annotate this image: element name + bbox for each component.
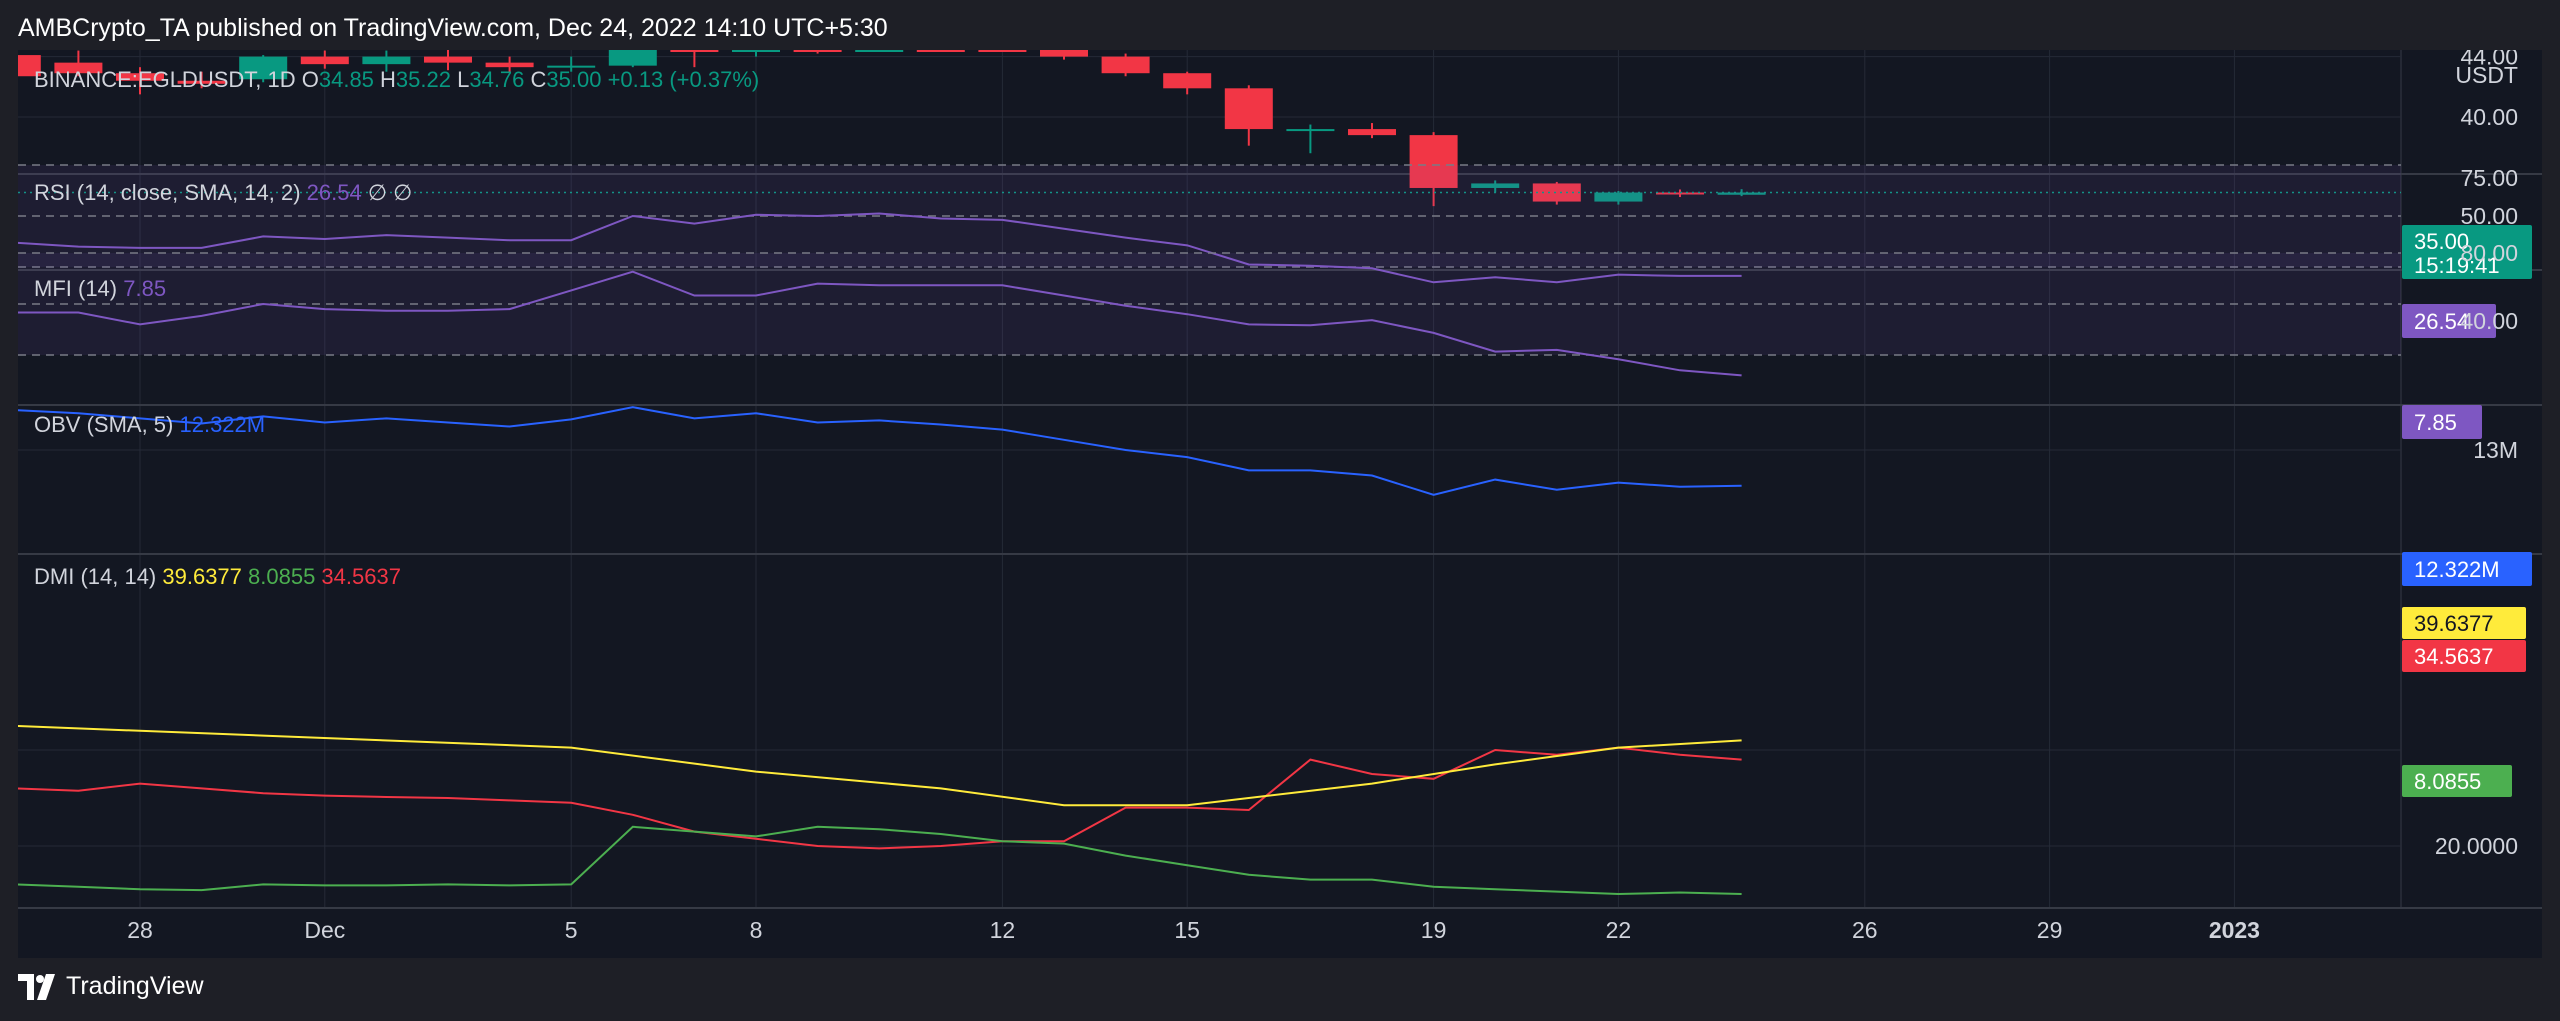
date-tick-label: 29: [2037, 917, 2063, 943]
candle-body: [732, 50, 780, 52]
obv-value: 12.322M: [179, 412, 265, 437]
symbol-legend: BINANCE:EGLDUSDT, 1D O34.85 H35.22 L34.7…: [34, 67, 759, 92]
candle-body: [1224, 88, 1273, 130]
date-tick-label: 8: [750, 917, 763, 943]
date-tick-label: 2023: [2209, 917, 2260, 943]
candle-body: [916, 50, 965, 52]
rsi-extra-symbols: ∅ ∅: [368, 180, 412, 205]
price-tick-label: 40.00: [2460, 104, 2518, 130]
ohlc-o-label: O: [302, 67, 319, 92]
ohlc-c-label: C: [531, 67, 547, 92]
candle-body: [670, 50, 719, 52]
dmi-tick-label: 20.0000: [2435, 833, 2518, 859]
rsi-label: RSI (14, close, SMA, 14, 2): [34, 180, 307, 205]
dmi-adx-value: 39.6377: [162, 564, 248, 589]
date-tick-label: 22: [1606, 917, 1632, 943]
rsi-value: 26.54: [307, 180, 368, 205]
ohlc-c-value: 35.00: [546, 67, 607, 92]
date-tick-label: Dec: [304, 917, 345, 943]
symbol-label: BINANCE:EGLDUSDT, 1D: [34, 67, 302, 92]
obv-badge-value: 12.322M: [2414, 557, 2500, 582]
candle-body: [362, 56, 411, 65]
date-tick-label: 5: [565, 917, 578, 943]
obv-label: OBV (SMA, 5): [34, 412, 179, 437]
publisher-header: AMBCrypto_TA published on TradingView.co…: [18, 14, 888, 42]
date-tick-label: 15: [1174, 917, 1200, 943]
rsi-legend: RSI (14, close, SMA, 14, 2) 26.54 ∅ ∅: [34, 180, 412, 205]
mfi-label: MFI (14): [34, 276, 123, 301]
candle-body: [1348, 129, 1396, 136]
ohlc-l-value: 34.76: [469, 67, 530, 92]
rsi-tick-label: 75.00: [2460, 165, 2518, 191]
mfi-value: 7.85: [123, 276, 166, 301]
rsi-tick-label: 50.00: [2460, 203, 2518, 229]
ohlc-h-label: H: [380, 67, 396, 92]
mfi-legend: MFI (14) 7.85: [34, 276, 166, 301]
dmi-plus-badge-value: 8.0855: [2414, 769, 2481, 794]
date-tick-label: 19: [1421, 917, 1447, 943]
dmi-minus-line: [18, 746, 1742, 850]
obv-legend: OBV (SMA, 5) 12.322M: [34, 412, 265, 437]
ohlc-l-label: L: [457, 67, 469, 92]
dmi-minus-value: 34.5637: [321, 564, 401, 589]
ohlc-change-value: +0.13 (+0.37%): [608, 67, 760, 92]
footer-brand: TradingView: [66, 972, 204, 1000]
obv-tick-label: 13M: [2473, 437, 2518, 463]
ohlc-h-value: 35.22: [396, 67, 457, 92]
candle-body: [978, 50, 1027, 52]
candle-body: [424, 56, 472, 63]
tradingview-logo-icon: [18, 973, 55, 1000]
mfi-tick-label: 80.00: [2460, 240, 2518, 266]
candle-body: [1286, 129, 1335, 132]
dmi-legend: DMI (14, 14) 39.6377 8.0855 34.5637: [34, 564, 401, 589]
tradingview-footer[interactable]: TradingView: [18, 972, 204, 1001]
mfi-tick-label: 40.00: [2460, 308, 2518, 334]
date-tick-label: 26: [1852, 917, 1878, 943]
candle-body: [793, 50, 842, 52]
date-tick-label: 12: [990, 917, 1016, 943]
obv-line: [18, 406, 1742, 496]
candle-body: [1040, 50, 1088, 57]
price-tick-label: 44.00: [2460, 50, 2518, 70]
candle-body: [1163, 73, 1212, 89]
dmi-label: DMI (14, 14): [34, 564, 162, 589]
date-tick-label: 28: [127, 917, 153, 943]
candle-body: [1101, 56, 1150, 74]
ohlc-o-value: 34.85: [319, 67, 380, 92]
mfi-badge-value: 7.85: [2414, 410, 2457, 435]
dmi-adx-badge-value: 39.6377: [2414, 611, 2494, 636]
dmi-plus-line: [18, 825, 1742, 896]
chart-panel[interactable]: USDT 44.00 40.00 35.00 15:19:41 BINANCE:EGLDU…: [18, 50, 2542, 958]
candle-body: [855, 50, 904, 52]
dmi-plus-value: 8.0855: [248, 564, 321, 589]
dmi-minus-badge-value: 34.5637: [2414, 644, 2494, 669]
chart-canvas[interactable]: USDT44.0040.0035.0015:19:41BINANCE:EGLDU…: [18, 50, 2542, 958]
candle-body: [608, 50, 657, 66]
candle-body: [300, 56, 349, 65]
